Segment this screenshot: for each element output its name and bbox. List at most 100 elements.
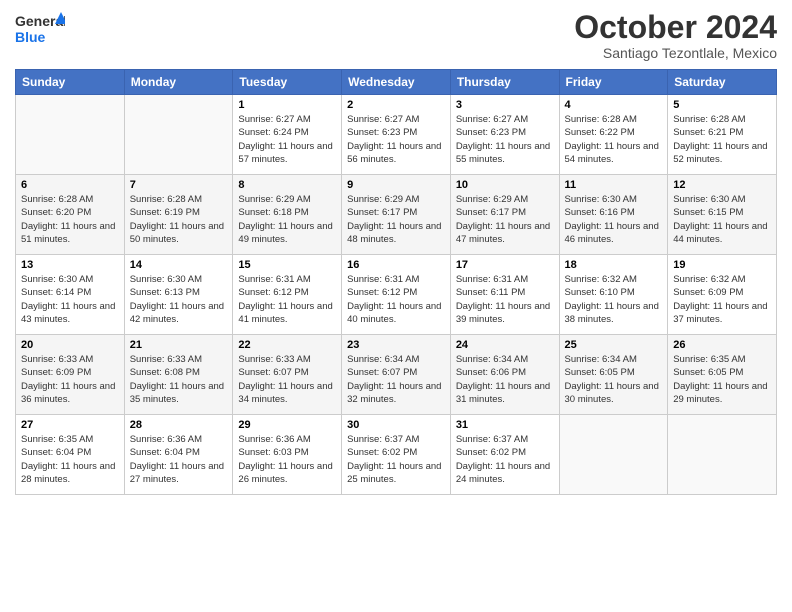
day-cell: 13 Sunrise: 6:30 AM Sunset: 6:14 PM Dayli… [16, 255, 125, 335]
day-info: Sunrise: 6:30 AM Sunset: 6:14 PM Dayligh… [21, 273, 119, 326]
day-cell: 29 Sunrise: 6:36 AM Sunset: 6:03 PM Dayli… [233, 415, 342, 495]
logo-svg: General Blue [15, 10, 65, 52]
day-cell [559, 415, 668, 495]
day-number: 21 [130, 339, 228, 351]
day-info: Sunrise: 6:33 AM Sunset: 6:09 PM Dayligh… [21, 353, 119, 406]
day-cell: 27 Sunrise: 6:35 AM Sunset: 6:04 PM Dayli… [16, 415, 125, 495]
day-info: Sunrise: 6:29 AM Sunset: 6:17 PM Dayligh… [456, 193, 554, 246]
day-cell [668, 415, 777, 495]
day-number: 16 [347, 259, 445, 271]
day-cell: 1Sunrise: 6:27 AM Sunset: 6:24 PM Daylig… [233, 95, 342, 175]
day-number: 28 [130, 419, 228, 431]
day-info: Sunrise: 6:34 AM Sunset: 6:06 PM Dayligh… [456, 353, 554, 406]
day-info: Sunrise: 6:27 AM Sunset: 6:23 PM Dayligh… [347, 113, 445, 166]
day-cell: 21 Sunrise: 6:33 AM Sunset: 6:08 PM Dayli… [124, 335, 233, 415]
day-header-wednesday: Wednesday [342, 70, 451, 95]
title-area: October 2024 Santiago Tezontlale, Mexico [574, 10, 777, 61]
day-cell: 23 Sunrise: 6:34 AM Sunset: 6:07 PM Dayli… [342, 335, 451, 415]
day-info: Sunrise: 6:33 AM Sunset: 6:07 PM Dayligh… [238, 353, 336, 406]
main-container: General Blue October 2024 Santiago Tezon… [0, 0, 792, 505]
day-info: Sunrise: 6:30 AM Sunset: 6:15 PM Dayligh… [673, 193, 771, 246]
day-number: 23 [347, 339, 445, 351]
header-row: SundayMondayTuesdayWednesdayThursdayFrid… [16, 70, 777, 95]
day-info: Sunrise: 6:31 AM Sunset: 6:12 PM Dayligh… [347, 273, 445, 326]
day-cell: 19Sunrise: 6:32 AM Sunset: 6:09 PM Dayli… [668, 255, 777, 335]
day-info: Sunrise: 6:28 AM Sunset: 6:20 PM Dayligh… [21, 193, 119, 246]
day-number: 13 [21, 259, 119, 271]
day-info: Sunrise: 6:34 AM Sunset: 6:07 PM Dayligh… [347, 353, 445, 406]
day-number: 6 [21, 179, 119, 191]
day-info: Sunrise: 6:37 AM Sunset: 6:02 PM Dayligh… [456, 433, 554, 486]
day-info: Sunrise: 6:36 AM Sunset: 6:04 PM Dayligh… [130, 433, 228, 486]
day-cell: 22 Sunrise: 6:33 AM Sunset: 6:07 PM Dayli… [233, 335, 342, 415]
day-cell: 17 Sunrise: 6:31 AM Sunset: 6:11 PM Dayli… [450, 255, 559, 335]
day-number: 18 [565, 259, 663, 271]
day-number: 14 [130, 259, 228, 271]
week-row-3: 13 Sunrise: 6:30 AM Sunset: 6:14 PM Dayli… [16, 255, 777, 335]
day-number: 19 [673, 259, 771, 271]
day-number: 2 [347, 99, 445, 111]
day-cell: 31 Sunrise: 6:37 AM Sunset: 6:02 PM Dayli… [450, 415, 559, 495]
day-number: 12 [673, 179, 771, 191]
day-number: 29 [238, 419, 336, 431]
day-number: 20 [21, 339, 119, 351]
day-number: 11 [565, 179, 663, 191]
day-info: Sunrise: 6:37 AM Sunset: 6:02 PM Dayligh… [347, 433, 445, 486]
day-info: Sunrise: 6:31 AM Sunset: 6:12 PM Dayligh… [238, 273, 336, 326]
day-info: Sunrise: 6:29 AM Sunset: 6:18 PM Dayligh… [238, 193, 336, 246]
day-cell: 5Sunrise: 6:28 AM Sunset: 6:21 PM Daylig… [668, 95, 777, 175]
day-info: Sunrise: 6:28 AM Sunset: 6:19 PM Dayligh… [130, 193, 228, 246]
day-cell [16, 95, 125, 175]
calendar-table: SundayMondayTuesdayWednesdayThursdayFrid… [15, 69, 777, 495]
day-number: 17 [456, 259, 554, 271]
day-info: Sunrise: 6:31 AM Sunset: 6:11 PM Dayligh… [456, 273, 554, 326]
day-cell: 30 Sunrise: 6:37 AM Sunset: 6:02 PM Dayli… [342, 415, 451, 495]
day-cell: 15 Sunrise: 6:31 AM Sunset: 6:12 PM Dayli… [233, 255, 342, 335]
day-cell: 3Sunrise: 6:27 AM Sunset: 6:23 PM Daylig… [450, 95, 559, 175]
day-cell: 26 Sunrise: 6:35 AM Sunset: 6:05 PM Dayli… [668, 335, 777, 415]
day-number: 7 [130, 179, 228, 191]
day-cell: 10Sunrise: 6:29 AM Sunset: 6:17 PM Dayli… [450, 175, 559, 255]
day-cell: 12 Sunrise: 6:30 AM Sunset: 6:15 PM Dayli… [668, 175, 777, 255]
logo: General Blue [15, 10, 65, 52]
day-info: Sunrise: 6:30 AM Sunset: 6:16 PM Dayligh… [565, 193, 663, 246]
location-subtitle: Santiago Tezontlale, Mexico [574, 45, 777, 61]
day-number: 4 [565, 99, 663, 111]
day-cell: 8Sunrise: 6:29 AM Sunset: 6:18 PM Daylig… [233, 175, 342, 255]
day-number: 5 [673, 99, 771, 111]
week-row-2: 6 Sunrise: 6:28 AM Sunset: 6:20 PM Daylig… [16, 175, 777, 255]
day-cell: 11 Sunrise: 6:30 AM Sunset: 6:16 PM Dayli… [559, 175, 668, 255]
day-cell: 9Sunrise: 6:29 AM Sunset: 6:17 PM Daylig… [342, 175, 451, 255]
day-info: Sunrise: 6:36 AM Sunset: 6:03 PM Dayligh… [238, 433, 336, 486]
day-cell: 2 Sunrise: 6:27 AM Sunset: 6:23 PM Daylig… [342, 95, 451, 175]
day-number: 30 [347, 419, 445, 431]
day-cell: 18Sunrise: 6:32 AM Sunset: 6:10 PM Dayli… [559, 255, 668, 335]
day-number: 31 [456, 419, 554, 431]
day-cell: 25Sunrise: 6:34 AM Sunset: 6:05 PM Dayli… [559, 335, 668, 415]
day-info: Sunrise: 6:30 AM Sunset: 6:13 PM Dayligh… [130, 273, 228, 326]
day-info: Sunrise: 6:35 AM Sunset: 6:04 PM Dayligh… [21, 433, 119, 486]
day-cell: 6 Sunrise: 6:28 AM Sunset: 6:20 PM Daylig… [16, 175, 125, 255]
day-header-thursday: Thursday [450, 70, 559, 95]
day-header-sunday: Sunday [16, 70, 125, 95]
day-cell: 7 Sunrise: 6:28 AM Sunset: 6:19 PM Daylig… [124, 175, 233, 255]
day-info: Sunrise: 6:35 AM Sunset: 6:05 PM Dayligh… [673, 353, 771, 406]
month-title: October 2024 [574, 10, 777, 45]
day-header-tuesday: Tuesday [233, 70, 342, 95]
day-info: Sunrise: 6:33 AM Sunset: 6:08 PM Dayligh… [130, 353, 228, 406]
day-cell: 20 Sunrise: 6:33 AM Sunset: 6:09 PM Dayli… [16, 335, 125, 415]
day-info: Sunrise: 6:34 AM Sunset: 6:05 PM Dayligh… [565, 353, 663, 406]
day-header-friday: Friday [559, 70, 668, 95]
week-row-1: 1Sunrise: 6:27 AM Sunset: 6:24 PM Daylig… [16, 95, 777, 175]
day-number: 15 [238, 259, 336, 271]
day-info: Sunrise: 6:29 AM Sunset: 6:17 PM Dayligh… [347, 193, 445, 246]
day-number: 27 [21, 419, 119, 431]
day-cell: 14 Sunrise: 6:30 AM Sunset: 6:13 PM Dayli… [124, 255, 233, 335]
day-number: 26 [673, 339, 771, 351]
week-row-5: 27 Sunrise: 6:35 AM Sunset: 6:04 PM Dayli… [16, 415, 777, 495]
svg-text:Blue: Blue [15, 29, 46, 45]
week-row-4: 20 Sunrise: 6:33 AM Sunset: 6:09 PM Dayli… [16, 335, 777, 415]
day-number: 22 [238, 339, 336, 351]
day-cell: 4Sunrise: 6:28 AM Sunset: 6:22 PM Daylig… [559, 95, 668, 175]
day-number: 3 [456, 99, 554, 111]
